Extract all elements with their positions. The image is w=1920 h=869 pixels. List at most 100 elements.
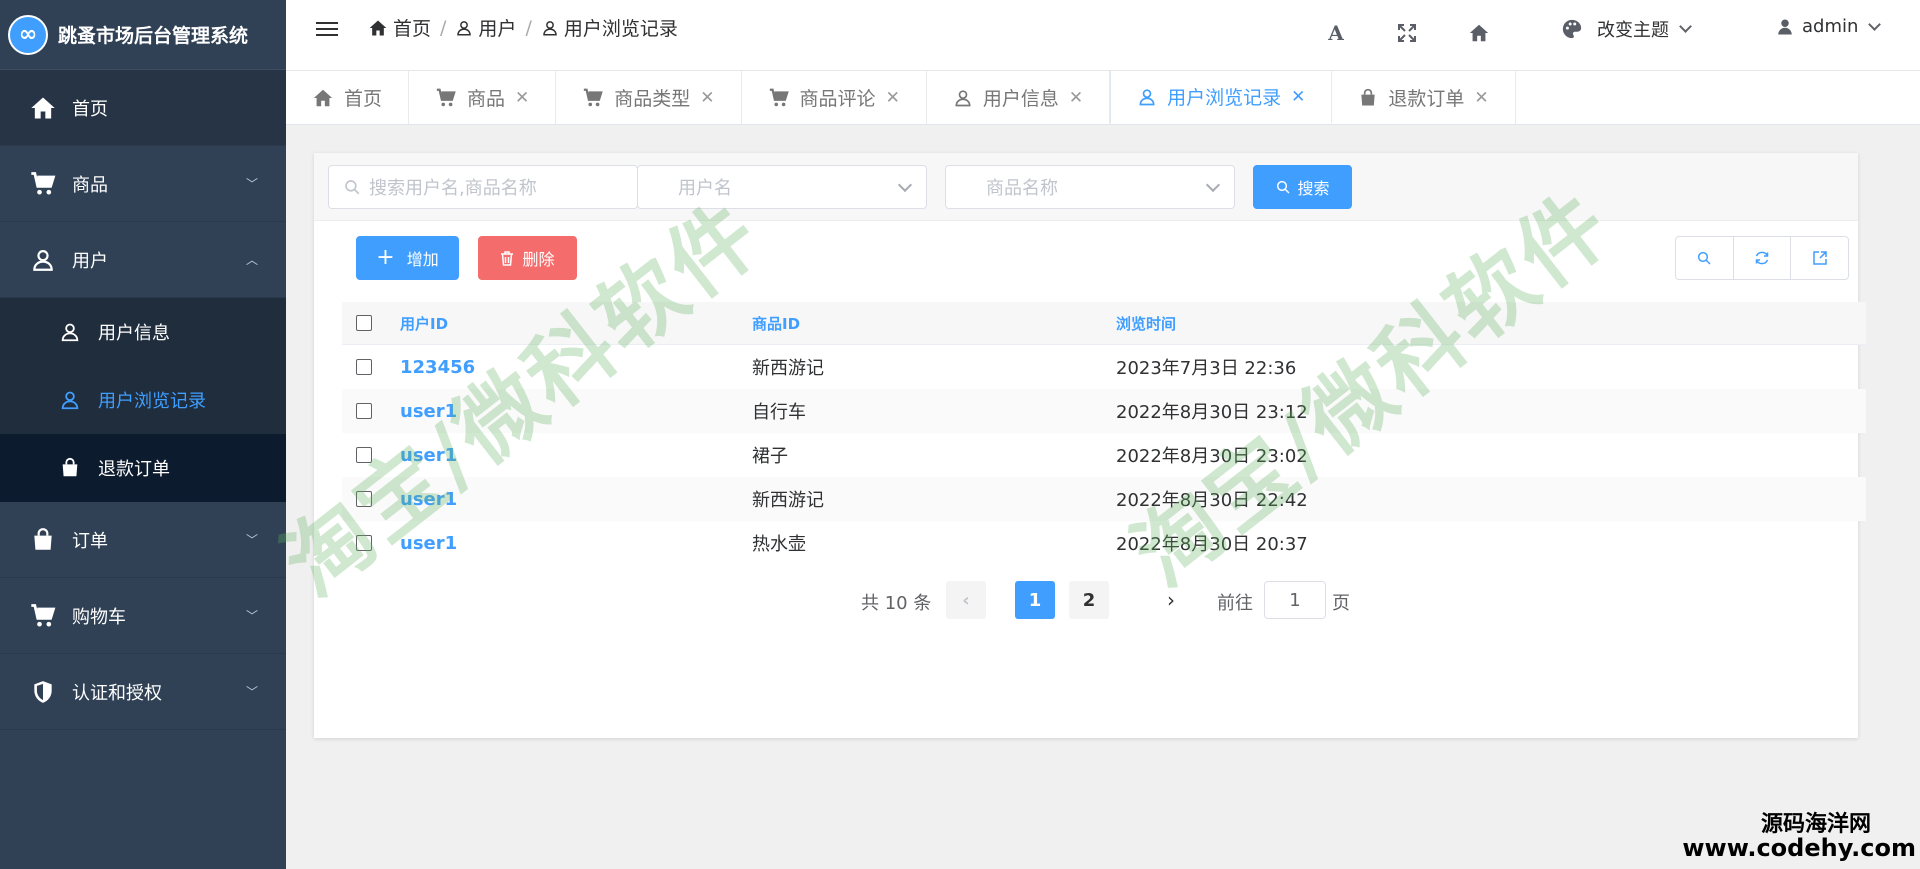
delete-button[interactable]: 删除 xyxy=(478,236,577,280)
breadcrumb-separator: / xyxy=(440,16,447,39)
sidebar-item-home[interactable]: 首页 xyxy=(0,70,286,146)
tab-refund-orders[interactable]: 退款订单 ✕ xyxy=(1332,71,1516,124)
tab-label: 商品类型 xyxy=(614,88,691,110)
cart-icon xyxy=(28,602,58,630)
corner-watermark: 源码海洋网 www.codehy.com xyxy=(1682,813,1916,861)
time-cell: 2022年8月30日 23:12 xyxy=(1116,402,1308,423)
row-checkbox[interactable] xyxy=(356,359,372,375)
hamburger-menu-icon[interactable] xyxy=(316,20,338,38)
goto-label: 前往 xyxy=(1217,593,1253,614)
fullscreen-icon[interactable] xyxy=(1393,19,1421,47)
user-id-link[interactable]: user1 xyxy=(400,445,457,466)
bag-icon xyxy=(58,457,82,479)
cart-icon xyxy=(28,170,58,198)
sidebar-item-user-info[interactable]: 用户信息 xyxy=(0,298,286,366)
cart-icon xyxy=(768,87,790,109)
breadcrumb-item: 用户浏览记录 xyxy=(563,18,678,40)
sidebar-item-label: 用户 xyxy=(72,250,108,272)
tab-products[interactable]: 商品 ✕ xyxy=(409,71,557,124)
close-icon[interactable]: ✕ xyxy=(515,88,529,108)
chevron-up-icon: ︿ xyxy=(245,253,258,267)
breadcrumb: 首页 / 用户 / 用户浏览记录 xyxy=(368,14,678,41)
sidebar-item-refund-orders[interactable]: 退款订单 xyxy=(0,434,286,502)
user-icon xyxy=(58,389,82,411)
bag-icon xyxy=(1358,88,1378,108)
tab-product-reviews[interactable]: 商品评论 ✕ xyxy=(742,71,927,124)
home-icon[interactable] xyxy=(1465,19,1493,47)
tab-user-browse-history[interactable]: 用户浏览记录 ✕ xyxy=(1110,71,1333,124)
home-icon xyxy=(368,18,388,38)
column-header-user-id[interactable]: 用户ID xyxy=(400,313,448,334)
user-id-link[interactable]: 123456 xyxy=(400,357,475,378)
table-row: user1 自行车 2022年8月30日 23:12 xyxy=(342,389,1866,433)
row-checkbox[interactable] xyxy=(356,403,372,419)
close-icon[interactable]: ✕ xyxy=(1291,87,1305,107)
goto-page-input[interactable]: 1 xyxy=(1264,581,1326,619)
row-checkbox[interactable] xyxy=(356,447,372,463)
tab-product-types[interactable]: 商品类型 ✕ xyxy=(556,71,742,124)
user-id-link[interactable]: user1 xyxy=(400,533,457,554)
chevron-down-icon: ﹀ xyxy=(245,533,258,547)
tab-home[interactable]: 首页 xyxy=(286,71,410,124)
sidebar-item-products[interactable]: 商品 ﹀ xyxy=(0,146,286,222)
product-cell: 裙子 xyxy=(752,446,788,467)
product-select[interactable]: 商品名称 xyxy=(945,165,1235,209)
add-button[interactable]: + 增加 xyxy=(356,236,459,280)
column-header-browse-time[interactable]: 浏览时间 xyxy=(1116,313,1176,334)
logo-icon: ∞ xyxy=(8,14,48,55)
username-placeholder: 用户名 xyxy=(678,178,732,199)
home-icon xyxy=(28,94,58,122)
sidebar-item-auth[interactable]: 认证和授权 ﹀ xyxy=(0,654,286,730)
export-icon[interactable] xyxy=(1791,237,1848,279)
time-cell: 2023年7月3日 22:36 xyxy=(1116,358,1297,379)
theme-label: 改变主题 xyxy=(1597,20,1669,41)
sidebar-item-orders[interactable]: 订单 ﹀ xyxy=(0,502,286,578)
close-icon[interactable]: ✕ xyxy=(1474,88,1488,108)
user-menu[interactable]: admin xyxy=(1776,16,1882,37)
next-page-button[interactable]: › xyxy=(1151,581,1191,619)
table-header: 用户ID 商品ID 浏览时间 xyxy=(342,302,1866,345)
user-id-link[interactable]: user1 xyxy=(400,489,457,510)
theme-switcher[interactable]: 改变主题 xyxy=(1561,16,1692,42)
filter-bar: 搜索用户名,商品名称 用户名 商品名称 搜索 xyxy=(314,153,1858,221)
sidebar-item-label: 订单 xyxy=(72,530,108,552)
prev-page-button[interactable]: ‹ xyxy=(946,581,986,619)
logo: ∞ 跳蚤市场后台管理系统 xyxy=(0,0,286,70)
user-id-link[interactable]: user1 xyxy=(400,401,457,422)
search-button[interactable]: 搜索 xyxy=(1253,165,1352,209)
product-cell: 新西游记 xyxy=(752,490,824,511)
corner-watermark-en: www.codehy.com xyxy=(1682,833,1916,862)
trash-icon xyxy=(500,250,514,266)
breadcrumb-item[interactable]: 用户 xyxy=(478,14,516,41)
search-icon xyxy=(1275,179,1291,195)
sidebar-item-users[interactable]: 用户 ︿ xyxy=(0,222,286,298)
page-2-button[interactable]: 2 xyxy=(1069,581,1109,619)
row-checkbox[interactable] xyxy=(356,535,372,551)
table-row: 123456 新西游记 2023年7月3日 22:36 xyxy=(342,345,1866,389)
page-1-button[interactable]: 1 xyxy=(1015,581,1055,619)
close-icon[interactable]: ✕ xyxy=(1069,88,1083,108)
table-row: user1 新西游记 2022年8月30日 22:42 xyxy=(342,477,1866,521)
bag-icon xyxy=(28,527,58,553)
time-cell: 2022年8月30日 20:37 xyxy=(1116,534,1308,555)
toggle-search-icon[interactable] xyxy=(1676,237,1734,279)
font-size-icon[interactable]: A xyxy=(1322,19,1350,47)
table-toolbar xyxy=(1675,236,1849,280)
close-icon[interactable]: ✕ xyxy=(886,88,900,108)
tags-view: 首页 商品 ✕ 商品类型 ✕ 商品评论 ✕ 用户信息 ✕ 用户浏览记录 ✕ 退款… xyxy=(286,71,1920,125)
tab-label: 商品 xyxy=(467,88,506,110)
keyword-search-input[interactable]: 搜索用户名,商品名称 xyxy=(328,165,638,209)
refresh-icon[interactable] xyxy=(1734,237,1792,279)
breadcrumb-item[interactable]: 首页 xyxy=(393,14,431,41)
sidebar-item-cart[interactable]: 购物车 ﹀ xyxy=(0,578,286,654)
sidebar-item-user-browse-history[interactable]: 用户浏览记录 xyxy=(0,366,286,434)
column-header-product-id[interactable]: 商品ID xyxy=(752,313,800,334)
top-header: 首页 / 用户 / 用户浏览记录 A 改变主题 admin xyxy=(286,0,1920,71)
user-icon xyxy=(58,321,82,343)
user-icon xyxy=(541,19,559,37)
username-select[interactable]: 用户名 xyxy=(637,165,927,209)
tab-user-info[interactable]: 用户信息 ✕ xyxy=(927,71,1111,124)
close-icon[interactable]: ✕ xyxy=(700,88,714,108)
select-all-checkbox[interactable] xyxy=(356,315,372,331)
row-checkbox[interactable] xyxy=(356,491,372,507)
